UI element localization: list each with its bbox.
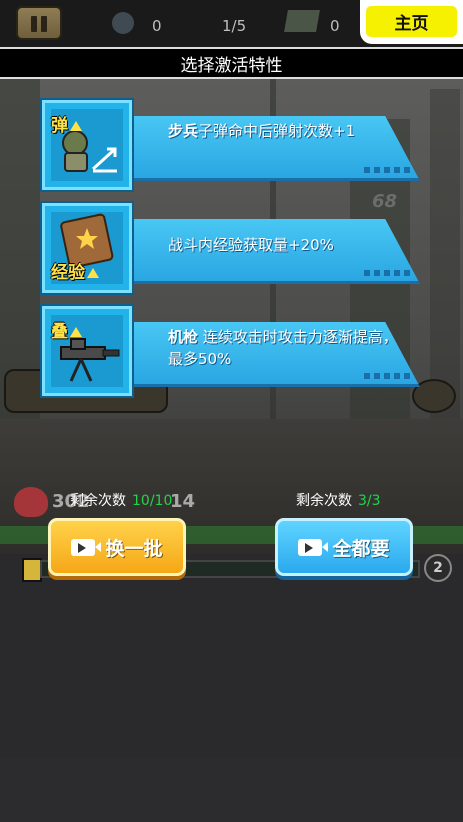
cash-count: 0 [330, 17, 340, 35]
coin-count: 0 [152, 17, 162, 35]
pause-icon [31, 16, 37, 32]
stage-progress: 1/5 [222, 17, 247, 35]
top-hud: 0 1/5 0 主页 [0, 0, 463, 46]
perk-icon-frame: 叠 [42, 306, 132, 396]
video-ad-icon [298, 538, 329, 556]
road [0, 554, 463, 759]
perk-description: 战斗内经验获取量+20% [168, 234, 398, 256]
xp-bar-cap [22, 558, 42, 582]
perk-card-bounce[interactable]: 步兵子弹命中后弹射次数+1 弹 [42, 100, 422, 194]
home-button[interactable]: 主页 [360, 0, 463, 44]
perk-tag: 弹 [51, 111, 82, 136]
perk-card-stack[interactable]: 机枪 连续攻击时攻击力逐渐提高，最多50% 叠 [42, 306, 422, 400]
upgrade-arrow-icon [87, 268, 99, 278]
perk-desc-text: 战斗内经验获取量+20% [168, 236, 334, 254]
panel-title: 选择激活特性 [0, 47, 463, 79]
perk-description: 机枪 连续攻击时攻击力逐渐提高，最多50% [168, 326, 398, 370]
perk-unit: 机枪 [168, 328, 199, 346]
refresh-remaining: 剩余次数 10/10 [70, 493, 173, 509]
heart-icon [14, 487, 48, 517]
perk-description: 步兵子弹命中后弹射次数+1 [168, 120, 398, 142]
cash-icon [284, 10, 320, 32]
take-all-remaining-count: 3/3 [358, 493, 381, 509]
upgrade-arrow-icon [70, 121, 82, 131]
refresh-remaining-count: 10/10 [132, 493, 173, 509]
pause-button[interactable] [16, 6, 62, 40]
take-all-button-label: 全都要 [332, 537, 390, 560]
home-button-label: 主页 [366, 6, 457, 37]
perk-tag: 叠 [51, 317, 82, 342]
perk-tag: 经验 [51, 258, 99, 283]
pause-icon-bar [41, 16, 47, 32]
coin-icon [112, 12, 134, 34]
perk-unit: 步兵 [168, 122, 199, 140]
perk-card-experience[interactable]: 战斗内经验获取量+20% 经验 [42, 203, 422, 297]
perk-icon-frame: 弹 [42, 100, 132, 190]
video-ad-icon [71, 538, 102, 556]
perk-icon-frame: 经验 [42, 203, 132, 293]
hp-secondary: 14 [170, 491, 196, 512]
perk-desc-text: 子弹命中后弹射次数+1 [198, 122, 356, 140]
take-all-button[interactable]: 全都要 [275, 518, 413, 576]
take-all-remaining: 剩余次数 3/3 [296, 493, 381, 509]
upgrade-arrow-icon [70, 327, 82, 337]
bottom-bar [0, 759, 463, 822]
refresh-button[interactable]: 换一批 [48, 518, 186, 576]
level-badge: 2 [424, 554, 452, 582]
perk-desc-text: 连续攻击时攻击力逐渐提高，最多50% [168, 328, 398, 368]
refresh-button-label: 换一批 [105, 537, 163, 560]
